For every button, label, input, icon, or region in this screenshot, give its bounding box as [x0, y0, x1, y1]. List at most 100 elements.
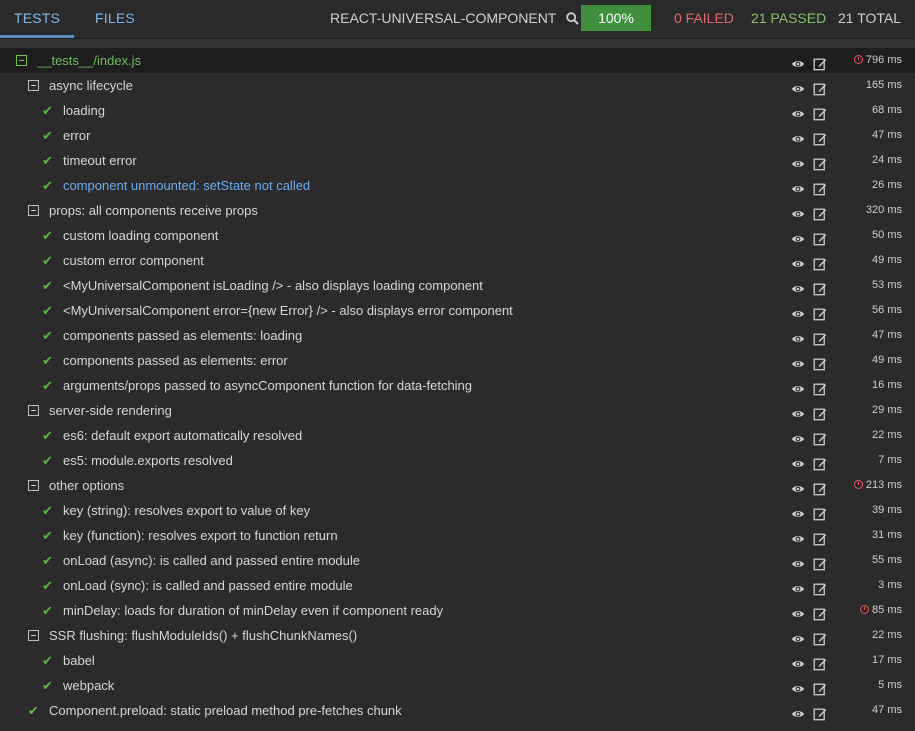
- suite-row[interactable]: other options 213 ms: [0, 473, 915, 498]
- duration-value: 17 ms: [872, 654, 902, 666]
- test-row[interactable]: ✔ es5: module.exports resolved 7 ms: [0, 448, 915, 473]
- test-row[interactable]: ✔ minDelay: loads for duration of minDela…: [0, 598, 915, 623]
- project-search[interactable]: REACT-UNIVERSAL-COMPONENT: [330, 0, 579, 36]
- collapse-icon[interactable]: [16, 55, 27, 66]
- edit-icon[interactable]: [813, 679, 827, 695]
- test-row[interactable]: ✔ <MyUniversalComponent error={new Error}…: [0, 298, 915, 323]
- test-row[interactable]: ✔ key (string): resolves export to value …: [0, 498, 915, 523]
- suite-row[interactable]: async lifecycle 165 ms: [0, 73, 915, 98]
- collapse-icon[interactable]: [28, 630, 39, 641]
- edit-icon[interactable]: [813, 204, 827, 220]
- edit-icon[interactable]: [813, 129, 827, 145]
- edit-icon[interactable]: [813, 454, 827, 470]
- eye-icon[interactable]: [791, 554, 805, 568]
- eye-icon[interactable]: [791, 654, 805, 668]
- edit-icon[interactable]: [813, 79, 827, 95]
- collapse-icon[interactable]: [28, 480, 39, 491]
- row-lead: ✔ components passed as elements: error: [42, 348, 288, 373]
- edit-icon[interactable]: [813, 429, 827, 445]
- eye-icon[interactable]: [791, 629, 805, 643]
- eye-icon[interactable]: [791, 304, 805, 318]
- edit-icon[interactable]: [813, 304, 827, 320]
- test-row[interactable]: ✔ <MyUniversalComponent isLoading /> - al…: [0, 273, 915, 298]
- suite-row[interactable]: server-side rendering 29 ms: [0, 398, 915, 423]
- eye-icon[interactable]: [791, 454, 805, 468]
- edit-icon[interactable]: [813, 404, 827, 420]
- test-row[interactable]: ✔ arguments/props passed to asyncComponen…: [0, 373, 915, 398]
- test-row[interactable]: ✔ components passed as elements: error 49 …: [0, 348, 915, 373]
- test-row[interactable]: ✔ custom error component 49 ms: [0, 248, 915, 273]
- file-row[interactable]: __tests__/index.js 796 ms: [0, 48, 915, 73]
- edit-icon[interactable]: [813, 654, 827, 670]
- eye-icon[interactable]: [791, 179, 805, 193]
- eye-icon[interactable]: [791, 329, 805, 343]
- edit-icon[interactable]: [813, 254, 827, 270]
- total-count[interactable]: 21 TOTAL: [838, 0, 901, 36]
- test-row[interactable]: ✔ webpack 5 ms: [0, 673, 915, 698]
- edit-icon[interactable]: [813, 329, 827, 345]
- checkmark-icon: ✔: [42, 303, 53, 318]
- edit-icon[interactable]: [813, 579, 827, 595]
- eye-icon[interactable]: [791, 404, 805, 418]
- eye-icon[interactable]: [791, 579, 805, 593]
- edit-icon[interactable]: [813, 604, 827, 620]
- eye-icon[interactable]: [791, 254, 805, 268]
- test-row[interactable]: ✔ key (function): resolves export to func…: [0, 523, 915, 548]
- edit-icon[interactable]: [813, 379, 827, 395]
- test-row[interactable]: ✔ loading 68 ms: [0, 98, 915, 123]
- test-row[interactable]: ✔ timeout error 24 ms: [0, 148, 915, 173]
- tab-tests[interactable]: TESTS: [0, 0, 74, 38]
- eye-icon[interactable]: [791, 154, 805, 168]
- eye-icon[interactable]: [791, 504, 805, 518]
- edit-icon[interactable]: [813, 154, 827, 170]
- eye-icon[interactable]: [791, 529, 805, 543]
- eye-icon[interactable]: [791, 54, 805, 68]
- edit-icon[interactable]: [813, 179, 827, 195]
- test-row[interactable]: ✔ error 47 ms: [0, 123, 915, 148]
- eye-icon[interactable]: [791, 429, 805, 443]
- eye-icon[interactable]: [791, 679, 805, 693]
- test-row[interactable]: ✔ onLoad (sync): is called and passed ent…: [0, 573, 915, 598]
- collapse-icon[interactable]: [28, 405, 39, 416]
- eye-icon[interactable]: [791, 379, 805, 393]
- eye-icon[interactable]: [791, 704, 805, 718]
- edit-icon[interactable]: [813, 529, 827, 545]
- suite-row[interactable]: props: all components receive props 320 m…: [0, 198, 915, 223]
- test-row[interactable]: ✔ babel 17 ms: [0, 648, 915, 673]
- collapse-icon[interactable]: [28, 80, 39, 91]
- eye-icon[interactable]: [791, 479, 805, 493]
- failed-count[interactable]: 0 FAILED: [674, 0, 734, 36]
- test-row[interactable]: ✔ Component.preload: static preload metho…: [0, 698, 915, 723]
- eye-icon[interactable]: [791, 229, 805, 243]
- edit-icon[interactable]: [813, 479, 827, 495]
- test-row[interactable]: ✔ components passed as elements: loading 4…: [0, 323, 915, 348]
- eye-icon[interactable]: [791, 604, 805, 618]
- test-row[interactable]: ✔ component unmounted: setState not calle…: [0, 173, 915, 198]
- edit-icon[interactable]: [813, 629, 827, 645]
- eye-icon[interactable]: [791, 79, 805, 93]
- tab-files[interactable]: FILES: [95, 0, 135, 38]
- suite-row[interactable]: SSR flushing: flushModuleIds() + flushCh…: [0, 623, 915, 648]
- edit-icon[interactable]: [813, 54, 827, 70]
- eye-icon[interactable]: [791, 129, 805, 143]
- duration: 68 ms: [872, 98, 902, 123]
- checkmark-icon: ✔: [42, 453, 53, 468]
- edit-icon[interactable]: [813, 554, 827, 570]
- eye-icon[interactable]: [791, 354, 805, 368]
- test-row[interactable]: ✔ onLoad (async): is called and passed en…: [0, 548, 915, 573]
- edit-icon[interactable]: [813, 704, 827, 720]
- row-actions: [791, 498, 835, 523]
- test-row[interactable]: ✔ es6: default export automatically resol…: [0, 423, 915, 448]
- edit-icon[interactable]: [813, 229, 827, 245]
- edit-icon[interactable]: [813, 354, 827, 370]
- eye-icon[interactable]: [791, 279, 805, 293]
- edit-icon[interactable]: [813, 504, 827, 520]
- checkmark-icon: ✔: [42, 503, 53, 518]
- eye-icon[interactable]: [791, 204, 805, 218]
- eye-icon[interactable]: [791, 104, 805, 118]
- edit-icon[interactable]: [813, 279, 827, 295]
- edit-icon[interactable]: [813, 104, 827, 120]
- test-row[interactable]: ✔ custom loading component 50 ms: [0, 223, 915, 248]
- passed-count[interactable]: 21 PASSED: [751, 0, 826, 36]
- collapse-icon[interactable]: [28, 205, 39, 216]
